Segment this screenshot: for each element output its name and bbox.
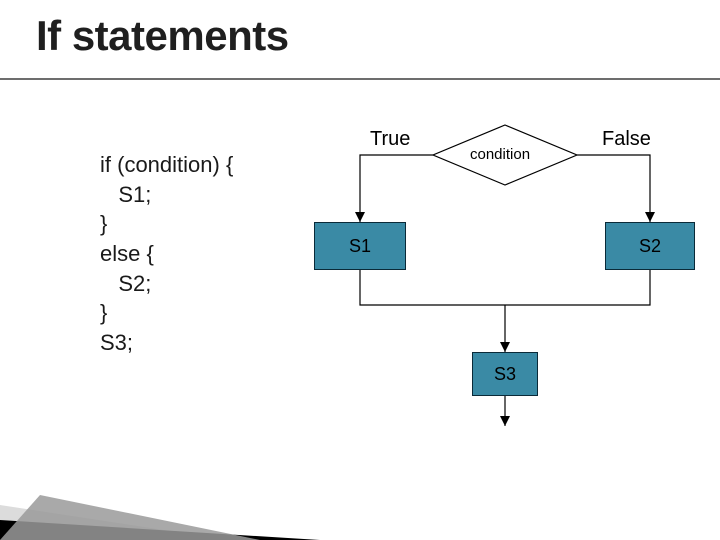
flow-lines — [320, 130, 700, 450]
code-line: } — [100, 209, 233, 239]
flowchart: True False condition S1 — [320, 130, 700, 450]
s2-text: S2 — [639, 236, 661, 257]
code-line: S2; — [100, 269, 233, 299]
code-line: S1; — [100, 180, 233, 210]
slide: If statements if (condition) { S1; } els… — [0, 0, 720, 540]
s2-box: S2 — [605, 222, 695, 270]
code-line: S3; — [100, 328, 233, 358]
s3-box: S3 — [472, 352, 538, 396]
title-underline — [0, 78, 720, 80]
code-block: if (condition) { S1; } else { S2; } S3; — [100, 150, 233, 358]
slide-decoration — [0, 450, 720, 540]
page-title: If statements — [36, 12, 289, 60]
code-line: if (condition) { — [100, 150, 233, 180]
code-line: } — [100, 298, 233, 328]
s1-text: S1 — [349, 236, 371, 257]
code-line: else { — [100, 239, 233, 269]
s1-box: S1 — [314, 222, 406, 270]
s3-text: S3 — [494, 364, 516, 385]
